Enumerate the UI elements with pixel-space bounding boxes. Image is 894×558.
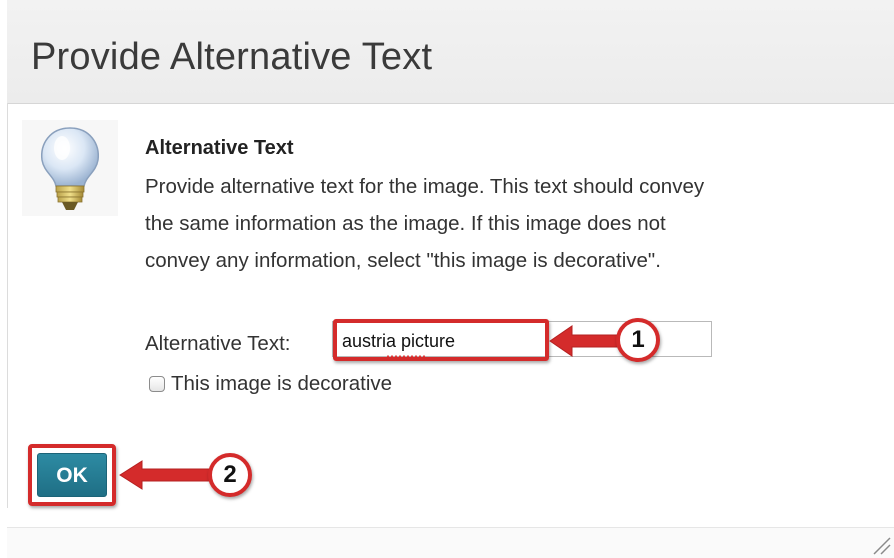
decorative-checkbox[interactable] xyxy=(149,376,165,392)
dialog-footer xyxy=(7,528,894,558)
lightbulb-icon xyxy=(22,120,118,216)
annotation-arrow-2 xyxy=(119,460,211,490)
annotation-highlight-1 xyxy=(333,319,549,361)
dialog-title: Provide Alternative Text xyxy=(31,36,433,78)
description-line: convey any information, select "this ima… xyxy=(145,249,661,272)
resize-grip-icon[interactable] xyxy=(870,534,892,556)
annotation-callout-2: 2 xyxy=(208,453,252,497)
description-line: the same information as the image. If th… xyxy=(145,212,666,235)
alt-text-label: Alternative Text: xyxy=(145,332,291,355)
decorative-checkbox-label[interactable]: This image is decorative xyxy=(171,372,392,396)
annotation-arrow-1 xyxy=(549,325,619,357)
dialog-left-border xyxy=(7,103,8,508)
description-line: Provide alternative text for the image. … xyxy=(145,175,705,198)
alt-text-dialog: Provide Alternative Text Alternative Tex… xyxy=(0,0,894,558)
annotation-callout-1: 1 xyxy=(616,318,660,362)
dialog-title-bar: Provide Alternative Text xyxy=(7,0,894,104)
section-heading: Alternative Text xyxy=(145,137,294,159)
ok-button[interactable]: OK xyxy=(37,453,107,497)
